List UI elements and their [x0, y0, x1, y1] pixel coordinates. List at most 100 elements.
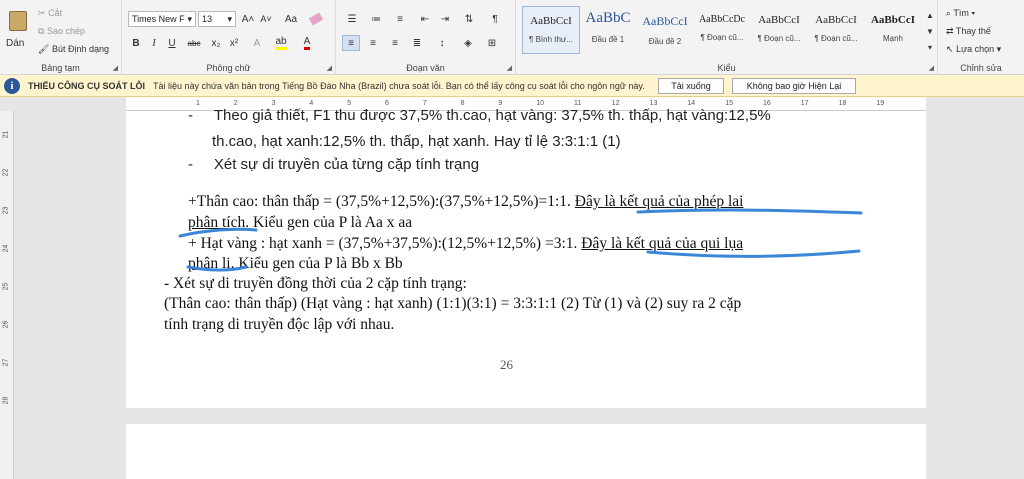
gallery-up-icon[interactable]: ▲ — [924, 8, 936, 22]
text-line: +Thân cao: thân thấp = (37,5%+12,5%):(37… — [188, 193, 744, 210]
ruler-tick: 18 — [838, 100, 847, 107]
font-label: Phông chữ — [206, 63, 251, 73]
document-page[interactable]: - Theo giả thiết, F1 thu được 37,5% th.c… — [126, 107, 926, 408]
ruler-tick: 4 — [309, 100, 314, 107]
ruler-tick: 28 — [2, 396, 10, 405]
underlined-phrase: Đây là kết quả của qui lụa — [581, 235, 744, 252]
underlined-phrase: phân li — [188, 255, 231, 272]
highlight-icon[interactable]: ab — [270, 35, 292, 51]
align-center-icon[interactable]: ≡ — [364, 35, 382, 51]
document-page-next[interactable] — [126, 424, 926, 479]
ruler-tick: 21 — [2, 130, 10, 139]
text-line: Theo giả thiết, F1 thu được 37,5% th.cao… — [213, 107, 771, 124]
style-item[interactable]: AaBbCcI ¶ Bình thư... — [522, 6, 580, 54]
multilevel-list-icon[interactable]: ≡ — [390, 11, 410, 27]
chevron-down-icon: ▾ — [187, 13, 192, 24]
font-color-icon[interactable]: A — [296, 35, 318, 51]
font-size-dropdown[interactable]: 13 ▾ — [198, 11, 236, 27]
change-case-button[interactable]: Aa — [280, 11, 302, 27]
copy-icon: ⧉ — [38, 26, 45, 36]
page-number: 26 — [500, 357, 513, 372]
ruler-tick: 2 — [233, 100, 238, 107]
text-line: (Thân cao: thân thấp) (Hạt vàng : hạt xa… — [164, 295, 742, 312]
style-sample: AaBbCcI — [642, 14, 688, 28]
text-effects-icon[interactable]: A — [248, 35, 266, 51]
clear-format-button[interactable] — [308, 11, 324, 27]
style-item[interactable]: AaBbCcI Mạnh — [864, 6, 922, 54]
borders-icon[interactable]: ⊞ — [482, 35, 502, 51]
ruler-tick: 3 — [271, 100, 276, 107]
copy-button[interactable]: ⧉ Sao chép — [38, 26, 85, 37]
shading-icon[interactable]: ◈ — [458, 35, 478, 51]
vertical-ruler[interactable]: 21 22 23 24 25 26 27 28 — [0, 111, 14, 479]
line-spacing-icon[interactable]: ↕ — [432, 35, 452, 51]
never-show-again-button[interactable]: Không bao giờ Hiện Lại — [732, 78, 856, 94]
text-line: tính trạng di truyền độc lập với nhau. — [164, 316, 395, 333]
gallery-more-icon[interactable]: ▾ — [924, 40, 936, 54]
paste-button[interactable] — [4, 4, 32, 38]
bold-button[interactable]: B — [128, 35, 144, 51]
cut-button[interactable]: ✂ Cắt — [38, 8, 62, 19]
align-left-icon[interactable]: ≡ — [342, 35, 360, 51]
style-sample: AaBbCcDc — [698, 14, 746, 25]
align-right-icon[interactable]: ≡ — [386, 35, 404, 51]
download-button[interactable]: Tải xuống — [658, 78, 724, 94]
clipboard-launcher-icon[interactable]: ◢ — [113, 64, 118, 72]
format-painter-button[interactable]: 🖌 Bút Định dạng — [38, 44, 109, 55]
font-group: Times New F ▾ 13 ▾ A˄ A˅ Aa B I U abc x₂ x… — [122, 0, 336, 75]
bullet-line-1: - Theo giả thiết, F1 thu được 37,5% th.c… — [188, 107, 771, 124]
style-sample: AaBbCcI — [530, 15, 572, 27]
show-formatting-button[interactable]: ¶ — [486, 11, 504, 27]
style-item[interactable]: AaBbCcI ¶ Đoạn cũ... — [750, 6, 808, 54]
superscript-button[interactable]: x² — [226, 35, 242, 51]
paragraph-group: ☰ ≔ ≡ ⇤ ⇥ ⇅ ¶ ≡ ≡ ≡ ≣ ↕ ◈ ⊞ Đoạn văn ◢ — [336, 0, 516, 75]
style-name: Đầu đề 2 — [648, 37, 682, 46]
replace-icon: ⇄ — [946, 26, 954, 36]
style-sample: AaBbCcI — [815, 14, 857, 26]
font-name-dropdown[interactable]: Times New F ▾ — [128, 11, 196, 27]
clipboard-group: Dán ✂ Cắt ⧉ Sao chép 🖌 Bút Định dạng Bản… — [0, 0, 122, 75]
styles-launcher-icon[interactable]: ◢ — [929, 64, 934, 72]
underline-button[interactable]: U — [164, 35, 180, 51]
editing-label: Chỉnh sửa — [960, 63, 1002, 73]
gallery-down-icon[interactable]: ▼ — [924, 24, 936, 38]
ruler-tick: 25 — [2, 282, 10, 291]
style-name: ¶ Đoạn cũ... — [757, 34, 801, 43]
message-title: THIẾU CÔNG CỤ SOÁT LỖI — [28, 80, 145, 91]
ruler-tick: 22 — [2, 168, 10, 177]
ruler-tick: 11 — [574, 100, 582, 107]
style-item[interactable]: AaBbC Đầu đề 1 — [579, 6, 637, 54]
eraser-icon — [308, 12, 324, 26]
ruler-tick: 14 — [687, 100, 696, 107]
scissors-icon: ✂ — [38, 8, 46, 18]
select-button[interactable]: ↖ Lựa chọn ▾ — [946, 44, 1001, 55]
style-sample: AaBbCcI — [870, 14, 915, 26]
italic-button[interactable]: I — [146, 35, 162, 51]
ruler-tick: 15 — [725, 100, 733, 107]
subscript-button[interactable]: x₂ — [208, 35, 224, 51]
grow-font-button[interactable]: A˄ — [240, 11, 256, 27]
style-item[interactable]: AaBbCcI Đầu đề 2 — [636, 6, 694, 54]
sort-icon[interactable]: ⇅ — [460, 11, 478, 27]
replace-button[interactable]: ⇄ Thay thế — [946, 26, 991, 37]
ruler-tick: 5 — [347, 100, 352, 107]
ruler-tick: 13 — [649, 100, 658, 107]
message-text: Tài liệu này chứa văn bản trong Tiếng Bồ… — [153, 80, 645, 91]
editing-group: ⌕ Tìm ▾ ⇄ Thay thế ↖ Lựa chọn ▾ Chỉnh sử… — [938, 0, 1024, 75]
style-item[interactable]: AaBbCcDc ¶ Đoạn cũ... — [693, 6, 751, 54]
numbering-icon[interactable]: ≔ — [366, 11, 386, 27]
paragraph-launcher-icon[interactable]: ◢ — [507, 64, 512, 72]
cursor-icon: ↖ — [946, 44, 954, 54]
style-item[interactable]: AaBbCcI ¶ Đoạn cũ... — [807, 6, 865, 54]
shrink-font-button[interactable]: A˅ — [258, 11, 274, 27]
increase-indent-icon[interactable]: ⇥ — [436, 11, 454, 27]
style-name: Đầu đề 1 — [591, 35, 625, 44]
paragraph-label: Đoạn văn — [406, 63, 445, 73]
style-name: ¶ Đoạn cũ... — [700, 33, 744, 42]
font-launcher-icon[interactable]: ◢ — [327, 64, 332, 72]
decrease-indent-icon[interactable]: ⇤ — [416, 11, 434, 27]
justify-icon[interactable]: ≣ — [408, 35, 426, 51]
bullets-icon[interactable]: ☰ — [342, 11, 362, 27]
strikethrough-button[interactable]: abc — [184, 35, 204, 51]
find-button[interactable]: ⌕ Tìm ▾ — [946, 8, 975, 19]
